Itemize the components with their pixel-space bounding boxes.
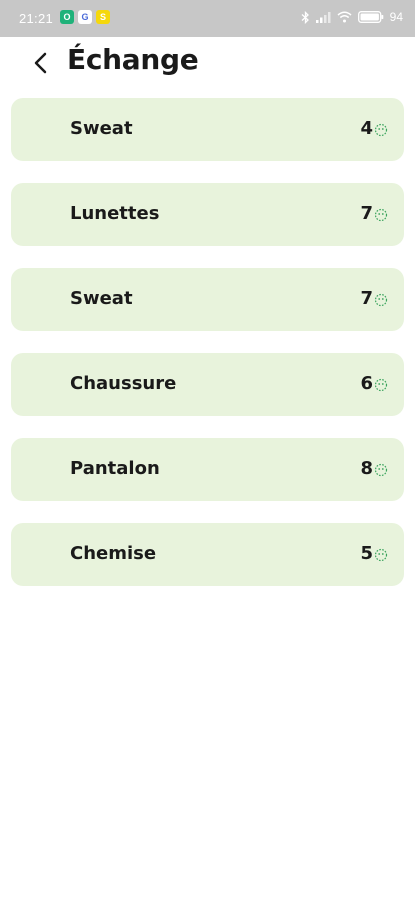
status-time: 21:21 <box>19 11 54 26</box>
item-price: 8 <box>360 458 373 479</box>
wifi-icon <box>337 11 352 23</box>
item-name: Lunettes <box>70 203 160 224</box>
item-price: 7 <box>360 203 373 224</box>
coin-icon <box>374 293 388 306</box>
status-indicators: 94 <box>301 10 403 24</box>
coin-icon <box>374 378 388 391</box>
item-name: Pantalon <box>70 458 160 479</box>
battery-percentage: 94 <box>389 10 403 24</box>
item-name: Chaussure <box>70 373 177 394</box>
list-item[interactable]: Chaussure 6 <box>11 353 404 416</box>
list-item[interactable]: Sweat 7 <box>11 268 404 331</box>
item-price: 6 <box>360 373 373 394</box>
signal-icon <box>315 12 331 23</box>
snapchat-notification-icon: S <box>96 10 110 24</box>
item-value: 5 <box>360 543 388 564</box>
item-name: Sweat <box>70 118 133 139</box>
google-notification-icon: G <box>78 10 92 24</box>
list-item[interactable]: Sweat 4 <box>11 98 404 161</box>
item-value: 6 <box>360 373 388 394</box>
chevron-left-icon <box>34 52 47 74</box>
item-value: 7 <box>360 288 388 309</box>
item-value: 4 <box>360 118 388 139</box>
list-item[interactable]: Pantalon 8 <box>11 438 404 501</box>
exchange-items-list: Sweat 4 Lunettes 7 Sweat 7 Chaussure 6 P… <box>11 98 404 608</box>
item-value: 7 <box>360 203 388 224</box>
item-value: 8 <box>360 458 388 479</box>
status-bar: 21:21 O G S 94 <box>0 0 415 37</box>
item-price: 7 <box>360 288 373 309</box>
bluetooth-icon <box>301 10 309 24</box>
item-price: 4 <box>360 118 373 139</box>
coin-icon <box>374 463 388 476</box>
app-notification-icon: O <box>60 10 74 24</box>
back-button[interactable] <box>28 49 56 77</box>
header: Échange <box>0 37 415 87</box>
item-name: Chemise <box>70 543 157 564</box>
coin-icon <box>374 123 388 136</box>
item-name: Sweat <box>70 288 133 309</box>
notification-icons: O G S <box>60 10 110 24</box>
coin-icon <box>374 208 388 221</box>
battery-icon <box>357 11 383 23</box>
item-price: 5 <box>360 543 373 564</box>
list-item[interactable]: Lunettes 7 <box>11 183 404 246</box>
list-item[interactable]: Chemise 5 <box>11 523 404 586</box>
coin-icon <box>374 548 388 561</box>
page-title: Échange <box>67 43 199 76</box>
